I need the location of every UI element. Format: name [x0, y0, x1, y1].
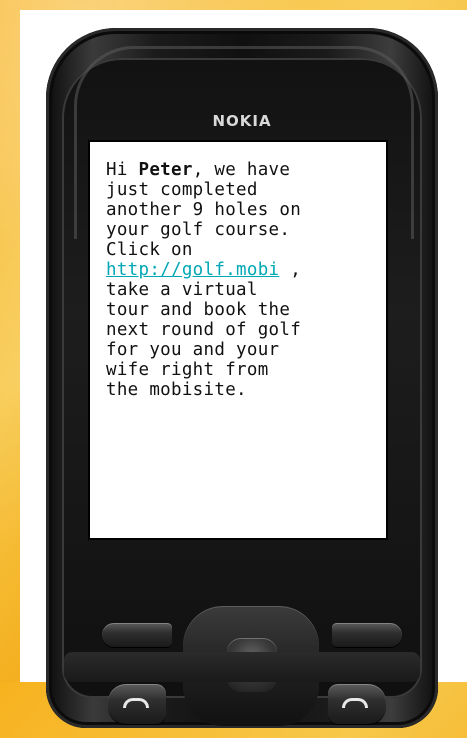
message-text: next round of golf — [106, 320, 302, 340]
message-line: Hi Peter, we have — [106, 160, 374, 180]
message-text: wife right from — [106, 360, 269, 380]
phone-navigation — [88, 558, 402, 738]
phone-brand: NOKIA — [212, 112, 272, 130]
message-line: take a virtual — [106, 280, 374, 300]
message-text: your golf course. — [106, 220, 291, 240]
message-line: for you and your — [106, 340, 374, 360]
message-text: take a virtual — [106, 280, 258, 300]
keypad-top-row[interactable] — [64, 652, 420, 682]
end-handset-icon — [342, 698, 368, 708]
message-text: Click on — [106, 240, 193, 260]
call-handset-icon — [123, 698, 149, 708]
message-line: another 9 holes on — [106, 200, 374, 220]
message-line: your golf course. — [106, 220, 374, 240]
message-line: tour and book the — [106, 300, 374, 320]
message-line: http://golf.mobi , — [106, 260, 374, 280]
message-text: another 9 holes on — [106, 200, 302, 220]
right-soft-key[interactable] — [332, 623, 402, 647]
message-line: just completed — [106, 180, 374, 200]
phone-device: NOKIA Hi Peter, we have just completed ano… — [46, 28, 438, 728]
message-text: , — [279, 260, 302, 280]
message-text: tour and book the — [106, 300, 291, 320]
message-line: Click on — [106, 240, 374, 260]
left-soft-key[interactable] — [102, 623, 172, 647]
message-line: the mobisite. — [106, 380, 374, 400]
sms-message: Hi Peter, we have just completed another 9… — [106, 160, 374, 400]
message-text: just completed — [106, 180, 258, 200]
message-line: wife right from — [106, 360, 374, 380]
recipient-name: Peter — [138, 160, 193, 180]
message-text: the mobisite. — [106, 380, 247, 400]
message-text: , we have — [192, 160, 291, 180]
message-text: for you and your — [106, 340, 280, 360]
message-text: Hi — [106, 160, 139, 180]
message-line: next round of golf — [106, 320, 374, 340]
phone-screen: Hi Peter, we have just completed another 9… — [88, 140, 388, 540]
message-link[interactable]: http://golf.mobi — [106, 260, 279, 280]
